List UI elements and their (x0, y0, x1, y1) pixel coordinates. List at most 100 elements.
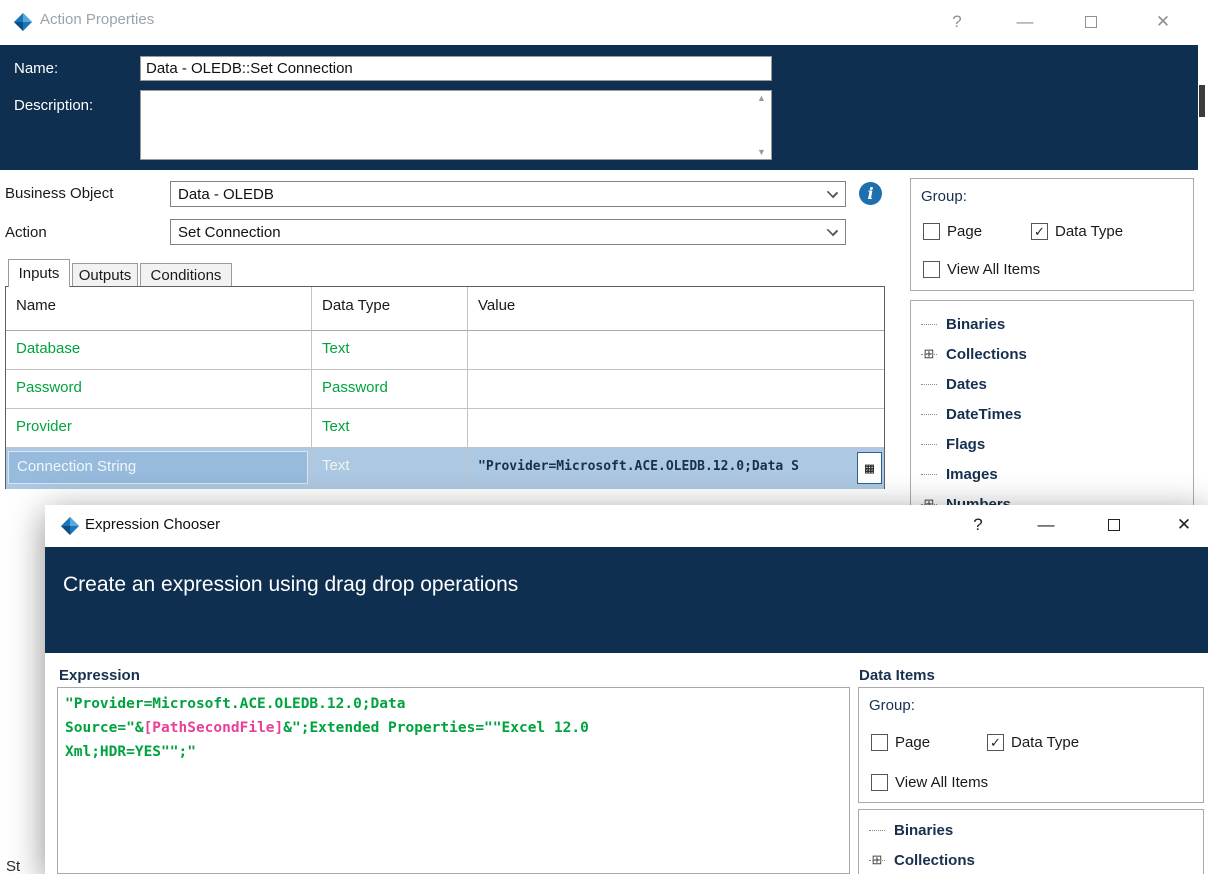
name-label: Name: (14, 60, 59, 77)
action-dropdown[interactable]: Set Connection (170, 219, 846, 245)
param-type: Text (312, 331, 468, 370)
maximize-icon (1108, 519, 1120, 531)
description-label: Description: (14, 97, 94, 114)
name-input[interactable] (140, 56, 772, 81)
chevron-down-icon (826, 186, 839, 199)
checkbox-box[interactable]: ✓ (1031, 223, 1048, 240)
param-name-editor[interactable]: Connection String (8, 451, 308, 484)
stage-partial-label: St (6, 858, 21, 874)
tree-item-binaries[interactable]: Binaries (869, 815, 1129, 845)
expression-editor-button[interactable]: ▦ (857, 452, 882, 484)
tree-branch-line (869, 860, 885, 861)
tree-item-binaries[interactable]: Binaries (921, 309, 1181, 339)
param-value-text: "Provider=Microsoft.ACE.OLEDB.12.0;Data … (478, 459, 799, 474)
tree-item-label: Collections (946, 345, 1027, 363)
expression-editor[interactable]: "Provider=Microsoft.ACE.OLEDB.12.0;Data S… (57, 687, 850, 874)
blue-prism-icon (61, 517, 79, 535)
table-row[interactable]: Provider Text (6, 409, 884, 448)
properties-header: Name: Description: ▲ ▼ (0, 45, 1198, 170)
tree-item-label: Binaries (946, 315, 1006, 333)
scroll-down-icon[interactable]: ▼ (757, 147, 766, 157)
checkbox-data-type[interactable]: ✓ Data Type (987, 734, 1079, 751)
tree-branch-line (921, 414, 937, 415)
expression-chooser-titlebar: Expression Chooser ? — ✕ (45, 505, 1208, 547)
column-header-name: Name (6, 287, 312, 331)
maximize-button[interactable] (1074, 6, 1108, 38)
blue-prism-icon (14, 13, 32, 31)
checkbox-box[interactable] (923, 261, 940, 278)
param-type: Text (312, 409, 468, 448)
group-panel: Group: Page ✓ Data Type View All Items (910, 178, 1194, 291)
checkbox-page[interactable]: Page (871, 734, 930, 751)
checkbox-view-all-items[interactable]: View All Items (871, 774, 988, 791)
checkbox-box[interactable] (871, 774, 888, 791)
minimize-button[interactable]: — (1029, 509, 1063, 541)
tree-item-flags[interactable]: Flags (921, 429, 1181, 459)
table-row-selected[interactable]: Connection String Text "Provider=Microso… (6, 448, 884, 489)
close-button[interactable]: ✕ (1146, 6, 1180, 38)
param-name[interactable]: Password (6, 370, 312, 409)
param-value[interactable] (468, 370, 884, 409)
tab-outputs[interactable]: Outputs (72, 263, 138, 287)
help-button[interactable]: ? (961, 509, 995, 541)
description-input[interactable]: ▲ ▼ (140, 90, 772, 160)
param-name[interactable]: Database (6, 331, 312, 370)
param-type: Password (312, 370, 468, 409)
calculator-icon: ▦ (864, 459, 875, 477)
info-icon[interactable]: i (859, 182, 882, 205)
param-name[interactable]: Provider (6, 409, 312, 448)
checkbox-box[interactable]: ✓ (987, 734, 1004, 751)
group-panel: Group: Page ✓ Data Type View All Items (858, 687, 1204, 803)
group-label: Group: (869, 697, 915, 714)
checkbox-label: Page (895, 734, 931, 751)
check-mark: ✓ (990, 735, 1001, 750)
param-name-cell[interactable]: Connection String (6, 448, 312, 489)
checkbox-data-type[interactable]: ✓ Data Type (1031, 223, 1123, 240)
tree-item-label: Binaries (894, 821, 954, 839)
table-row[interactable]: Password Password (6, 370, 884, 409)
expression-line: Xml;HDR=YES"";" (65, 744, 196, 760)
checkbox-box[interactable] (871, 734, 888, 751)
tab-conditions[interactable]: Conditions (140, 263, 232, 287)
screen: Action Properties ? — ✕ Name: Descriptio… (0, 0, 1208, 874)
param-value[interactable] (468, 331, 884, 370)
tree-item-collections[interactable]: ⊞ Collections (921, 339, 1181, 369)
expression-line: &";Extended Properties=""Excel 12.0 (283, 720, 589, 736)
table-row[interactable]: Database Text (6, 331, 884, 370)
tree-item-collections[interactable]: ⊞ Collections (869, 845, 1129, 874)
help-button[interactable]: ? (940, 6, 974, 38)
action-value: Set Connection (178, 223, 281, 241)
window-title: Action Properties (40, 11, 155, 28)
expression-chooser-window: Expression Chooser ? — ✕ Create an expre… (45, 505, 1208, 874)
description-scrollbar[interactable]: ▲ ▼ (754, 93, 769, 157)
business-object-dropdown[interactable]: Data - OLEDB (170, 181, 846, 207)
close-button[interactable]: ✕ (1167, 509, 1201, 541)
scroll-up-icon[interactable]: ▲ (757, 93, 766, 103)
tree-item-dates[interactable]: Dates (921, 369, 1181, 399)
window-title: Expression Chooser (85, 516, 221, 533)
background-window-fragment (1199, 85, 1205, 117)
tree-item-images[interactable]: Images (921, 459, 1181, 489)
expression-line: "Provider=Microsoft.ACE.OLEDB.12.0;Data (65, 696, 406, 712)
tree-item-label: Images (946, 465, 998, 483)
tree-item-datetimes[interactable]: DateTimes (921, 399, 1181, 429)
param-value[interactable]: "Provider=Microsoft.ACE.OLEDB.12.0;Data … (468, 448, 884, 489)
chevron-down-icon (826, 224, 839, 237)
param-value[interactable] (468, 409, 884, 448)
inputs-table: Name Data Type Value Database Text Passw… (5, 286, 885, 489)
maximize-button[interactable] (1097, 509, 1131, 541)
column-header-datatype: Data Type (312, 287, 468, 331)
tab-inputs[interactable]: Inputs (8, 259, 70, 287)
tree-item-label: DateTimes (946, 405, 1022, 423)
tree-branch-line (921, 324, 937, 325)
checkbox-page[interactable]: Page (923, 223, 982, 240)
checkbox-label: View All Items (947, 261, 1041, 278)
maximize-icon (1085, 16, 1097, 28)
minimize-button[interactable]: — (1008, 6, 1042, 38)
banner-text: Create an expression using drag drop ope… (63, 573, 519, 596)
checkbox-label: View All Items (895, 774, 989, 791)
dialog-banner: Create an expression using drag drop ope… (45, 547, 1208, 653)
checkbox-view-all-items[interactable]: View All Items (923, 261, 1040, 278)
data-item-reference[interactable]: [PathSecondFile] (144, 720, 284, 736)
checkbox-box[interactable] (923, 223, 940, 240)
